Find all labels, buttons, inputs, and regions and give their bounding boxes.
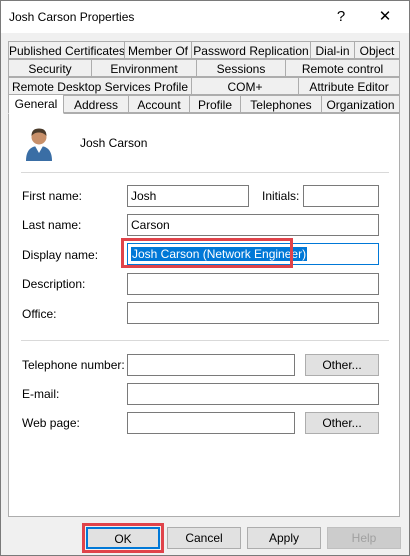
- tab-organization[interactable]: Organization: [321, 95, 400, 113]
- tab-dial-in[interactable]: Dial-in: [310, 41, 355, 59]
- tab-remote-desktop-services-profile[interactable]: Remote Desktop Services Profile: [8, 77, 192, 95]
- display-name-label: Display name:: [22, 248, 99, 262]
- divider: [21, 340, 389, 341]
- telephone-other-button[interactable]: Other...: [305, 354, 379, 376]
- office-field[interactable]: [127, 302, 379, 324]
- tab-environment[interactable]: Environment: [91, 59, 197, 77]
- tab-remote-control[interactable]: Remote control: [285, 59, 400, 77]
- tab-published-certificates[interactable]: Published Certificates: [8, 41, 125, 59]
- email-label: E-mail:: [22, 387, 60, 401]
- user-name-heading: Josh Carson: [80, 136, 148, 150]
- ok-button-highlight: [82, 523, 164, 553]
- apply-button[interactable]: Apply: [247, 527, 321, 549]
- webpage-other-button[interactable]: Other...: [305, 412, 379, 434]
- tab-telephones[interactable]: Telephones: [240, 95, 322, 113]
- tab-account[interactable]: Account: [128, 95, 190, 113]
- last-name-field[interactable]: Carson: [127, 214, 379, 236]
- tab-object[interactable]: Object: [354, 41, 400, 59]
- tab-sessions[interactable]: Sessions: [196, 59, 286, 77]
- tab-address[interactable]: Address: [63, 95, 129, 113]
- help-button[interactable]: Help: [327, 527, 401, 549]
- tab-password-replication[interactable]: Password Replication: [191, 41, 311, 59]
- first-name-label: First name:: [22, 189, 83, 203]
- telephone-label: Telephone number:: [22, 358, 125, 372]
- initials-field[interactable]: [303, 185, 379, 207]
- first-name-field[interactable]: Josh: [127, 185, 249, 207]
- tab-profile[interactable]: Profile: [189, 95, 241, 113]
- general-panel: Josh Carson First name: Josh Initials: L…: [8, 113, 400, 517]
- close-icon[interactable]: ✕: [370, 5, 400, 29]
- tab-general[interactable]: General: [8, 94, 64, 114]
- tab-security[interactable]: Security: [8, 59, 92, 77]
- tab-attribute-editor[interactable]: Attribute Editor: [298, 77, 400, 95]
- display-name-highlight: [121, 238, 293, 268]
- telephone-field[interactable]: [127, 354, 295, 376]
- webpage-field[interactable]: [127, 412, 295, 434]
- office-label: Office:: [22, 307, 57, 321]
- tab-com-plus[interactable]: COM+: [191, 77, 299, 95]
- properties-dialog: Josh Carson Properties ? ✕ Published Cer…: [0, 0, 410, 556]
- cancel-button[interactable]: Cancel: [167, 527, 241, 549]
- webpage-label: Web page:: [22, 416, 80, 430]
- title-bar: Josh Carson Properties ? ✕: [1, 1, 409, 33]
- tab-member-of[interactable]: Member Of: [124, 41, 192, 59]
- initials-label: Initials:: [262, 189, 300, 203]
- email-field[interactable]: [127, 383, 379, 405]
- window-title: Josh Carson Properties: [9, 10, 135, 24]
- last-name-label: Last name:: [22, 218, 82, 232]
- description-label: Description:: [22, 277, 86, 291]
- help-icon[interactable]: ?: [326, 5, 356, 29]
- user-avatar-icon: [23, 127, 55, 161]
- divider: [21, 172, 389, 173]
- description-field[interactable]: [127, 273, 379, 295]
